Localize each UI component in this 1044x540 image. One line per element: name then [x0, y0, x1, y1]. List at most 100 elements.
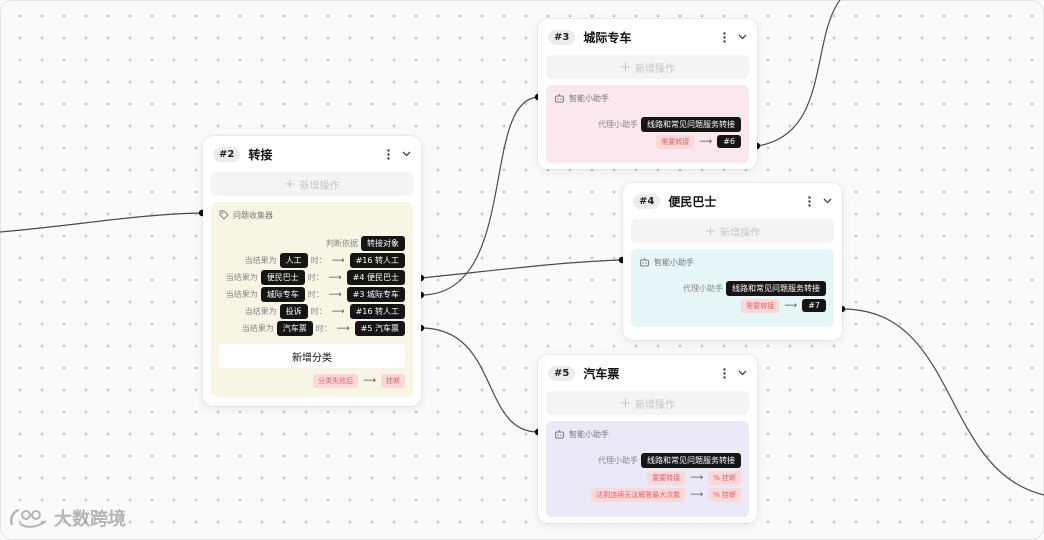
edge-3-to-6 — [756, 0, 841, 147]
agent-value[interactable]: 线路和常见问题服务转接 — [641, 117, 741, 132]
add-operation-label: 新增操作 — [299, 180, 340, 192]
result-value[interactable]: 便民巴士 — [260, 270, 305, 285]
panel-header: 智能小助手 — [554, 92, 741, 104]
chevron-down-icon[interactable] — [735, 30, 749, 44]
assistant-panel[interactable]: 智能小助手 代理小助手 线路和常见问题服务转接 需要转接 ⟶ #6 — [546, 85, 749, 163]
row-mid: 时： — [307, 273, 324, 282]
add-operation-button[interactable]: + 新增操作 — [546, 391, 749, 415]
panel-title: 智能小助手 — [654, 257, 694, 267]
node-id-badge: #3 — [548, 29, 576, 45]
result-target[interactable]: #4 便民巴士 — [346, 270, 405, 285]
node-5-busticket[interactable]: #5 汽车票 + 新增操作 智能小助手 代理小助手 线路和常见问题服务转接 要要转… — [538, 355, 757, 523]
result-value[interactable]: 城际专车 — [260, 287, 305, 302]
plus-icon: + — [284, 176, 296, 192]
assistant-panel[interactable]: 智能小助手 代理小助手 线路和常见问题服务转接 要要转接 ⟶ % 挂断 达到连续… — [546, 421, 749, 517]
node-header: #3 城际专车 — [546, 27, 749, 47]
watermark-text: 大数跨境 — [54, 509, 126, 530]
output-label[interactable]: 要要转接 — [647, 470, 686, 485]
edge-2-to-4 — [420, 259, 623, 279]
node-3-intercity[interactable]: #3 城际专车 + 新增操作 智能小助手 代理小助手 线路和常见问题服务转接 需要… — [538, 19, 757, 169]
add-operation-label: 新增操作 — [719, 227, 760, 239]
node-header: #4 便民巴士 — [631, 191, 834, 211]
panel-title: 智能小助手 — [569, 93, 609, 103]
add-operation-label: 新增操作 — [634, 63, 675, 75]
result-target[interactable]: #5 汽车票 — [354, 321, 405, 336]
arrow-right-icon: ⟶ — [328, 272, 342, 283]
agent-value[interactable]: 线路和常见问题服务转接 — [641, 453, 741, 468]
panel-title: 智能小助手 — [569, 429, 609, 439]
agent-row: 代理小助手 线路和常见问题服务转接 — [554, 452, 741, 469]
result-value[interactable]: 汽车票 — [276, 321, 313, 336]
output-label[interactable]: 需要转接 — [741, 298, 780, 313]
agent-value[interactable]: 线路和常见问题服务转接 — [726, 281, 826, 296]
node-2-transfer[interactable]: #2 转接 + 新增操作 问题收集器 判断依据 转接对象 当结果为 人工 时： ⟶… — [203, 136, 421, 406]
arrow-right-icon: ⟶ — [331, 255, 345, 266]
robot-icon — [640, 258, 649, 267]
result-target[interactable]: #16 转人工 — [349, 253, 405, 268]
agent-row: 代理小助手 线路和常见问题服务转接 — [639, 280, 826, 297]
output-target[interactable]: #7 — [802, 299, 826, 312]
plus-icon: + — [620, 395, 631, 411]
fail-target[interactable]: 挂断 — [381, 373, 405, 388]
output-target[interactable]: #6 — [717, 135, 741, 148]
more-icon[interactable] — [717, 30, 731, 44]
chevron-down-icon[interactable] — [820, 194, 834, 208]
flow-edges — [0, 0, 1044, 496]
tag-icon — [219, 210, 229, 220]
criteria-value[interactable]: 转接对象 — [361, 236, 405, 251]
fail-label[interactable]: 分类失败后 — [313, 373, 359, 388]
node-id-badge: #2 — [213, 146, 241, 162]
row-mid: 时： — [310, 256, 327, 265]
output-label[interactable]: 达到连续无法解答最大次数 — [591, 487, 686, 502]
edge-4-to-7 — [841, 308, 1044, 496]
output-target[interactable]: % 挂断 — [708, 487, 741, 502]
agent-row: 代理小助手 线路和常见问题服务转接 — [554, 116, 741, 133]
output-label[interactable]: 需要转接 — [656, 134, 695, 149]
arrow-right-icon: ⟶ — [363, 375, 376, 386]
plus-icon: + — [620, 59, 631, 75]
assistant-panel[interactable]: 智能小助手 代理小助手 线路和常见问题服务转接 需要转接 ⟶ #7 — [631, 249, 834, 327]
result-row: 当结果为 人工 时： ⟶ #16 转人工 — [219, 252, 405, 269]
row-mid: 时： — [310, 307, 327, 316]
agent-label: 代理小助手 — [598, 456, 638, 465]
edge-2-to-5 — [420, 327, 539, 433]
node-header: #5 汽车票 — [546, 363, 749, 383]
row-prefix: 当结果为 — [225, 273, 258, 282]
result-row: 当结果为 汽车票 时： ⟶ #5 汽车票 — [219, 320, 405, 337]
panel-title: 问题收集器 — [233, 210, 273, 220]
output-target[interactable]: % 挂断 — [708, 470, 741, 485]
chevron-down-icon[interactable] — [735, 366, 749, 380]
robot-icon — [555, 430, 564, 439]
add-operation-button[interactable]: + 新增操作 — [211, 172, 413, 196]
add-operation-button[interactable]: + 新增操作 — [546, 55, 749, 79]
classifier-panel[interactable]: 问题收集器 判断依据 转接对象 当结果为 人工 时： ⟶ #16 转人工 当结果… — [211, 202, 413, 397]
arrow-right-icon: ⟶ — [699, 136, 713, 147]
output-row: 达到连续无法解答最大次数 ⟶ % 挂断 — [554, 486, 741, 503]
chevron-down-icon[interactable] — [399, 147, 413, 161]
arrow-right-icon: ⟶ — [331, 306, 345, 317]
node-title: 汽车票 — [583, 366, 620, 381]
row-prefix: 当结果为 — [244, 307, 277, 316]
result-row: 当结果为 投诉 时： ⟶ #16 转人工 — [219, 303, 405, 320]
add-operation-button[interactable]: + 新增操作 — [631, 219, 834, 243]
new-category-button[interactable]: 新增分类 — [219, 344, 405, 368]
result-value[interactable]: 投诉 — [279, 304, 308, 319]
more-icon[interactable] — [717, 366, 731, 380]
more-icon[interactable] — [381, 147, 395, 161]
row-prefix: 当结果为 — [241, 324, 274, 333]
result-row: 当结果为 便民巴士 时： ⟶ #4 便民巴士 — [219, 269, 405, 286]
node-header: #2 转接 — [211, 144, 413, 164]
result-target[interactable]: #3 城际专车 — [346, 287, 405, 302]
result-target[interactable]: #16 转人工 — [349, 304, 405, 319]
node-4-citybus[interactable]: #4 便民巴士 + 新增操作 智能小助手 代理小助手 线路和常见问题服务转接 需要… — [623, 183, 842, 340]
result-value[interactable]: 人工 — [279, 253, 308, 268]
edge-2-to-3 — [420, 96, 539, 296]
node-title: 城际专车 — [583, 30, 632, 45]
node-id-badge: #5 — [548, 365, 576, 381]
plus-icon: + — [705, 223, 716, 239]
row-prefix: 当结果为 — [225, 290, 258, 299]
output-row: 要要转接 ⟶ % 挂断 — [554, 469, 741, 486]
more-icon[interactable] — [802, 194, 816, 208]
row-mid: 时： — [315, 324, 332, 333]
criteria-label: 判断依据 — [326, 239, 358, 248]
